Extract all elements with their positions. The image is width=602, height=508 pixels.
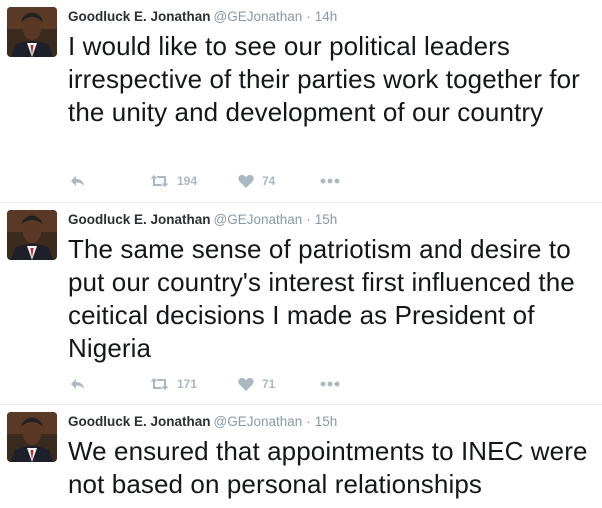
avatar[interactable] (7, 210, 57, 260)
tweet-item[interactable]: Goodluck E. Jonathan @GEJonathan · 14h I wo… (0, 0, 602, 203)
more-button[interactable] (320, 374, 340, 394)
tweet-item[interactable]: Goodluck E. Jonathan @GEJonathan · 15h We e… (0, 405, 602, 508)
more-button[interactable] (320, 171, 340, 191)
retweet-button[interactable]: 171 (150, 374, 197, 394)
tweet-header: Goodluck E. Jonathan @GEJonathan · 14h (68, 8, 337, 26)
reply-button[interactable] (70, 374, 86, 394)
tweet-header: Goodluck E. Jonathan @GEJonathan · 15h (68, 413, 337, 431)
heart-icon (238, 377, 254, 391)
tweet-text: I would like to see our political leader… (68, 31, 580, 127)
retweet-button[interactable]: 194 (150, 171, 197, 191)
retweet-icon (150, 378, 169, 390)
tweet-actions: 194 74 (68, 171, 368, 191)
author-handle[interactable]: @GEJonathan (214, 414, 303, 429)
avatar[interactable] (7, 412, 57, 462)
timestamp[interactable]: 14h (315, 9, 338, 24)
separator-dot: · (306, 9, 311, 24)
timestamp[interactable]: 15h (315, 212, 338, 227)
like-button[interactable]: 71 (238, 374, 275, 394)
like-button[interactable]: 74 (238, 171, 275, 191)
avatar-image (7, 210, 57, 260)
tweet-header: Goodluck E. Jonathan @GEJonathan · 15h (68, 211, 337, 229)
like-count: 74 (262, 174, 276, 188)
tweet-text: The same sense of patriotism and desire … (68, 234, 575, 363)
heart-icon (238, 174, 254, 188)
separator-dot: · (306, 212, 311, 227)
avatar-image (7, 412, 57, 462)
author-name[interactable]: Goodluck E. Jonathan (68, 9, 211, 24)
reply-icon (71, 379, 84, 389)
like-count: 71 (262, 377, 276, 391)
avatar[interactable] (7, 7, 57, 57)
author-handle[interactable]: @GEJonathan (214, 9, 303, 24)
avatar-image (7, 7, 57, 57)
tweet-text: We ensured that appointments to INEC wer… (68, 436, 588, 499)
author-name[interactable]: Goodluck E. Jonathan (68, 414, 211, 429)
more-dots-icon (320, 178, 340, 184)
retweet-icon (150, 175, 169, 187)
tweet-actions: 171 71 (68, 374, 368, 394)
reply-button[interactable] (70, 171, 86, 191)
author-handle[interactable]: @GEJonathan (214, 212, 303, 227)
timestamp[interactable]: 15h (315, 414, 338, 429)
author-name[interactable]: Goodluck E. Jonathan (68, 212, 211, 227)
reply-icon (71, 176, 84, 186)
more-dots-icon (320, 381, 340, 387)
retweet-count: 194 (177, 174, 198, 188)
separator-dot: · (306, 414, 311, 429)
retweet-count: 171 (177, 377, 198, 391)
tweet-item[interactable]: Goodluck E. Jonathan @GEJonathan · 15h The … (0, 203, 602, 405)
